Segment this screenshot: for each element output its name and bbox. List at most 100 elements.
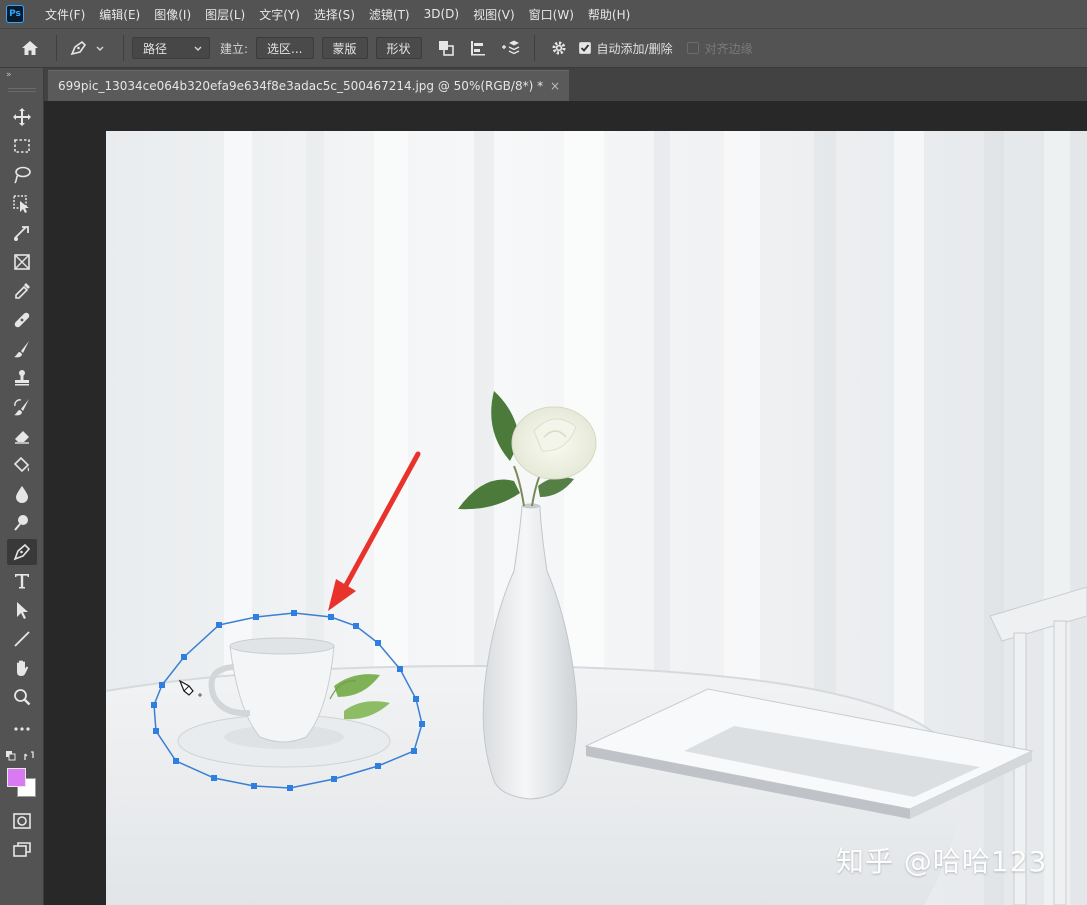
rose (511, 406, 597, 480)
pen-mode-value: 路径 (143, 41, 168, 56)
zoom-tool-icon (14, 689, 31, 706)
canvas-area[interactable] (44, 101, 1087, 905)
eraser-tool-icon (15, 431, 29, 444)
more-tools-icon (14, 727, 30, 731)
dodge-tool[interactable] (7, 510, 37, 536)
default-colors-icon[interactable] (5, 750, 17, 762)
chevron-down-icon (194, 46, 202, 51)
hand-tool[interactable] (7, 655, 37, 681)
history-brush-tool-icon (14, 399, 29, 416)
tool-preset-picker[interactable] (69, 39, 105, 57)
eyedropper-tool[interactable] (7, 278, 37, 304)
menu-select[interactable]: 选择(S) (307, 6, 362, 23)
clone-stamp-tool-icon (15, 370, 29, 386)
brush-tool-icon (14, 341, 29, 358)
lasso-tool-icon (14, 166, 31, 184)
make-selection-button[interactable]: 选区... (256, 37, 314, 59)
options-separator (123, 35, 124, 61)
menu-bar: Ps 文件(F) 编辑(E) 图像(I) 图层(L) 文字(Y) 选择(S) 滤… (0, 0, 1087, 28)
make-shape-button[interactable]: 形状 (375, 37, 422, 59)
frame-tool[interactable] (7, 249, 37, 275)
close-icon[interactable]: × (550, 79, 560, 93)
line-tool-icon (14, 631, 30, 647)
menu-file[interactable]: 文件(F) (38, 6, 92, 23)
healing-brush-tool[interactable] (7, 307, 37, 333)
home-icon (22, 41, 38, 55)
marquee-tool-icon (14, 139, 30, 153)
pen-tool[interactable] (7, 539, 37, 565)
quick-mask-icon (13, 813, 31, 829)
history-brush-tool[interactable] (7, 394, 37, 420)
swap-colors-icon[interactable] (23, 750, 35, 762)
pen-tool-icon (13, 543, 31, 561)
collapse-panel-button[interactable]: » (6, 70, 12, 80)
path-operations-icon (438, 41, 454, 56)
make-mask-button[interactable]: 蒙版 (321, 37, 368, 59)
pen-tool-icon (70, 40, 87, 56)
eyedropper-tool-icon (15, 283, 30, 299)
path-alignment-icon (470, 41, 485, 56)
checkmark-icon (580, 44, 589, 52)
watermark-text: 知乎 @哈哈123 (836, 845, 1048, 878)
home-button[interactable] (12, 34, 48, 62)
options-separator (533, 35, 535, 61)
foreground-color-swatch[interactable] (7, 768, 26, 787)
hand-tool-icon (17, 660, 28, 676)
path-arrangement-button[interactable] (497, 35, 523, 61)
auto-add-delete-label: 自动添加/删除 (596, 41, 673, 56)
panel-grip[interactable] (8, 88, 36, 92)
align-edges-label: 对齐边缘 (704, 41, 753, 56)
marquee-tool[interactable] (7, 133, 37, 159)
document-canvas[interactable] (44, 101, 1087, 905)
photoshop-logo-icon: Ps (6, 5, 24, 23)
screen-mode-button[interactable] (7, 837, 37, 863)
menu-layer[interactable]: 图层(L) (198, 6, 252, 23)
type-tool[interactable] (7, 568, 37, 594)
zoom-tool[interactable] (7, 684, 37, 710)
object-selection-tool-icon (13, 195, 29, 213)
blur-tool[interactable] (7, 481, 37, 507)
auto-add-delete-checkbox[interactable] (578, 42, 591, 54)
quick-mask-button[interactable] (7, 808, 37, 834)
pen-settings-button[interactable] (546, 35, 572, 61)
menu-3d[interactable]: 3D(D) (417, 7, 466, 21)
path-selection-tool[interactable] (7, 597, 37, 623)
tools-panel: » (0, 68, 44, 905)
lasso-tool[interactable] (7, 162, 37, 188)
menu-edit[interactable]: 编辑(E) (92, 6, 147, 23)
blur-tool-icon (16, 486, 28, 503)
screen-mode-icon (13, 842, 31, 857)
dodge-tool-icon (14, 515, 28, 531)
document-tab-title: 699pic_13034ce064b320efa9e634f8e3adac5c_… (58, 79, 544, 93)
crop-tool-icon (14, 226, 29, 241)
path-operations-button[interactable] (433, 35, 459, 61)
paint-bucket-tool[interactable] (7, 452, 37, 478)
menu-filter[interactable]: 滤镜(T) (362, 6, 417, 23)
menu-help[interactable]: 帮助(H) (581, 6, 637, 23)
menu-view[interactable]: 视图(V) (466, 6, 522, 23)
line-tool[interactable] (7, 626, 37, 652)
options-bar: 路径 建立: 选区... 蒙版 形状 自动添加/删除 对齐边缘 (0, 28, 1087, 68)
menu-image[interactable]: 图像(I) (147, 6, 198, 23)
document-tab[interactable]: 699pic_13034ce064b320efa9e634f8e3adac5c_… (48, 70, 570, 101)
frame-tool-icon (14, 254, 30, 270)
path-selection-tool-icon (17, 602, 28, 619)
object-selection-tool[interactable] (7, 191, 37, 217)
photoshop-window: Ps 文件(F) 编辑(E) 图像(I) 图层(L) 文字(Y) 选择(S) 滤… (0, 0, 1087, 905)
more-tools-button[interactable] (7, 716, 37, 742)
type-tool-icon (15, 574, 29, 589)
menu-window[interactable]: 窗口(W) (522, 6, 581, 23)
move-tool[interactable] (7, 104, 37, 130)
crop-tool[interactable] (7, 220, 37, 246)
align-edges-checkbox[interactable] (686, 42, 699, 54)
paint-bucket-tool-icon (13, 456, 30, 473)
chevron-down-icon (96, 46, 104, 51)
brush-tool[interactable] (7, 336, 37, 362)
menu-type[interactable]: 文字(Y) (252, 6, 307, 23)
move-tool-icon (13, 108, 31, 126)
pen-mode-select[interactable]: 路径 (132, 37, 210, 59)
clone-stamp-tool[interactable] (7, 365, 37, 391)
eraser-tool[interactable] (7, 423, 37, 449)
healing-brush-tool-icon (14, 312, 30, 328)
path-alignment-button[interactable] (465, 35, 491, 61)
